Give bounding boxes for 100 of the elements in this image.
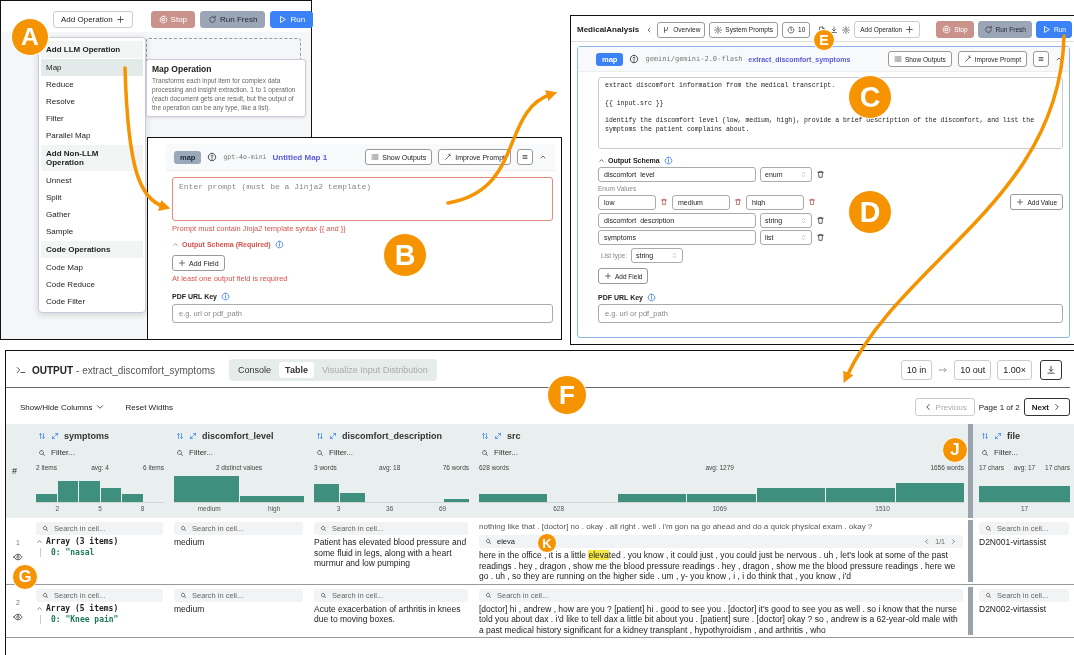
sort-icon[interactable] (176, 432, 184, 440)
column-filter-field[interactable]: Filter... (979, 446, 1028, 459)
select-arrows-icon (800, 171, 807, 178)
prompt-field[interactable]: Enter prompt (must be a Jinja2 template) (172, 177, 553, 221)
chevron-left-icon[interactable] (923, 538, 931, 545)
table-cell: Patient has elevated blood pressure and some fluid in legs, along with a heart murmur and low pumping (314, 537, 468, 569)
delete-icon[interactable] (734, 198, 742, 206)
menu-item[interactable]: Code Reduce (41, 276, 143, 293)
delete-icon[interactable] (660, 198, 668, 206)
input-count: 10 in (900, 360, 933, 380)
eye-icon[interactable] (13, 552, 23, 563)
gear-icon (714, 25, 723, 34)
column-name: discomfort_level (202, 431, 274, 441)
arrow-right-icon (938, 365, 949, 375)
table-cell-text: medium (174, 537, 206, 548)
column-filter-field[interactable]: Filter... (36, 446, 85, 459)
sort-icon[interactable] (38, 432, 46, 440)
sort-icon[interactable] (481, 432, 489, 440)
chevron-right-icon[interactable] (950, 538, 957, 545)
menu-button[interactable] (1033, 51, 1049, 67)
list-icon (893, 55, 902, 63)
array-toggle[interactable]: Array (3 items) (36, 537, 163, 546)
menu-item[interactable]: Parallel Map (41, 127, 143, 144)
column-name: discomfort_description (342, 431, 442, 441)
next-button[interactable]: Next (1023, 398, 1070, 416)
eye-icon[interactable] (13, 612, 23, 623)
column-name: file (1007, 431, 1020, 441)
terminal-icon (16, 365, 26, 375)
index-header: # (12, 466, 17, 476)
menu-item[interactable]: Gather (41, 206, 143, 223)
plus-icon (1016, 198, 1025, 206)
menu-item[interactable]: Sample (41, 223, 143, 240)
expand-icon[interactable] (189, 432, 197, 440)
play-icon (1041, 25, 1051, 34)
speed-indicator: 1.00× (997, 360, 1032, 380)
search-icon (985, 591, 992, 599)
wand-icon (444, 153, 453, 161)
caret-icon (95, 402, 106, 412)
info-icon[interactable] (663, 155, 673, 165)
column-name: src (507, 431, 521, 441)
show-hide-columns-button[interactable]: Show/Hide Columns (20, 402, 106, 412)
expand-icon[interactable] (329, 432, 337, 440)
plus-icon (115, 15, 125, 24)
menu-item[interactable]: Map (41, 59, 143, 76)
refresh-icon (983, 25, 993, 34)
caret-icon (36, 538, 43, 545)
play-icon (278, 15, 288, 24)
table-cell-text: medium (174, 603, 206, 614)
delete-icon[interactable] (816, 233, 825, 242)
sort-icon[interactable] (316, 432, 324, 440)
array-item: 0: "nasal (40, 548, 163, 557)
settings-icon[interactable] (842, 25, 851, 34)
expand-icon[interactable] (994, 432, 1002, 440)
stop-icon (942, 25, 952, 34)
sort-icon[interactable] (981, 432, 989, 440)
menu-icon (1037, 55, 1045, 63)
download-button[interactable] (1040, 360, 1062, 380)
info-icon[interactable] (274, 240, 284, 249)
run-fresh-button[interactable]: Run Fresh (200, 11, 266, 28)
operation-name[interactable]: Untitled Map 1 (272, 152, 328, 162)
help-icon[interactable] (207, 152, 218, 162)
array-toggle[interactable]: Array (5 items) (36, 603, 163, 613)
collapse-icon[interactable] (539, 153, 547, 161)
info-icon[interactable] (221, 292, 230, 301)
run-button[interactable]: Run (270, 11, 314, 28)
select-arrows-icon (800, 216, 807, 224)
chevron-right-icon (1052, 402, 1062, 412)
column-filter-field[interactable]: Filter... (174, 446, 223, 459)
tab[interactable]: Console (232, 362, 278, 378)
menu-item[interactable]: Split (41, 189, 143, 206)
output-count: 10 out (954, 360, 992, 380)
menu-item[interactable]: Resolve (41, 93, 143, 110)
delete-icon[interactable] (816, 215, 825, 225)
column-filter-field[interactable]: Filter... (314, 446, 363, 459)
menu-button[interactable] (517, 149, 533, 165)
pipeline-title: MedicalAnalysis (577, 25, 640, 34)
add-operation-button[interactable]: Add Operation (53, 11, 133, 28)
reset-widths-button[interactable]: Reset Widths (125, 402, 174, 412)
delete-icon[interactable] (816, 170, 825, 179)
menu-item[interactable]: Unnest (41, 172, 143, 189)
menu-heading: Add Non-LLM Operation (41, 145, 143, 171)
search-icon (485, 591, 492, 599)
menu-item[interactable]: Filter (41, 110, 143, 127)
expand-icon[interactable] (51, 432, 59, 440)
menu-item[interactable]: Code Map (41, 259, 143, 276)
delete-icon[interactable] (808, 198, 816, 206)
clock-icon (787, 25, 796, 34)
menu-item[interactable]: Code Filter (41, 293, 143, 310)
menu-heading: Add LLM Operation (41, 41, 143, 58)
info-icon[interactable] (647, 292, 656, 302)
help-icon[interactable] (629, 54, 640, 64)
collapse-icon[interactable] (1055, 55, 1063, 63)
plus-icon (604, 272, 612, 280)
menu-item[interactable]: Reduce (41, 76, 143, 93)
column-filter-field[interactable]: Filter... (479, 446, 528, 459)
search-icon (42, 525, 49, 532)
tooltip-title: Map Operation (152, 64, 213, 74)
download-icon[interactable] (830, 25, 839, 34)
expand-icon[interactable] (494, 432, 502, 440)
tab[interactable]: Table (279, 362, 314, 378)
